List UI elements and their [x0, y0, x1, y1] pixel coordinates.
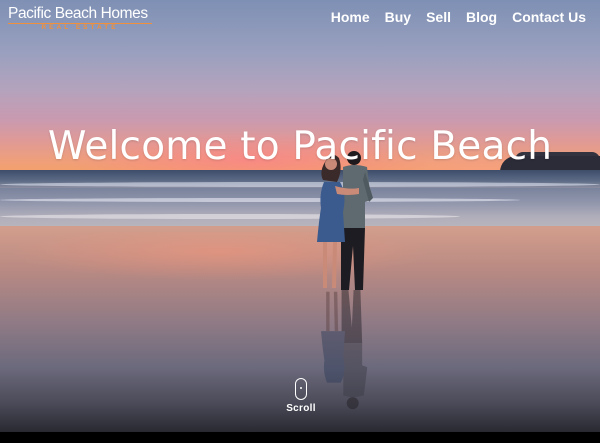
surf-line: [0, 214, 460, 219]
hero-section: Pacific Beach Homes REAL ESTATE Home Buy…: [0, 0, 600, 443]
surf-line: [0, 198, 520, 202]
couple-silhouette: [317, 151, 373, 290]
scroll-indicator[interactable]: Scroll: [278, 378, 324, 414]
main-menu: Home Buy Sell Blog Contact Us: [331, 9, 586, 25]
brand-logo[interactable]: Pacific Beach Homes REAL ESTATE: [8, 6, 152, 32]
sand-reflection-glow: [0, 232, 600, 292]
nav-buy-link[interactable]: Buy: [385, 9, 411, 25]
nav-home-link[interactable]: Home: [331, 9, 370, 25]
hero-title: Welcome to Pacific Beach: [47, 124, 553, 170]
brand-tagline: REAL ESTATE: [8, 23, 152, 32]
brand-name: Pacific Beach Homes: [8, 5, 148, 22]
mouse-wheel-dot: [300, 387, 302, 389]
top-navigation: Pacific Beach Homes REAL ESTATE Home Buy…: [0, 0, 600, 36]
surf-line: [0, 182, 600, 187]
mouse-scroll-icon: [295, 378, 307, 400]
nav-contact-link[interactable]: Contact Us: [512, 9, 586, 25]
nav-blog-link[interactable]: Blog: [466, 9, 497, 25]
scroll-label: Scroll: [286, 403, 316, 414]
nav-sell-link[interactable]: Sell: [426, 9, 451, 25]
bottom-edge: [0, 432, 600, 443]
